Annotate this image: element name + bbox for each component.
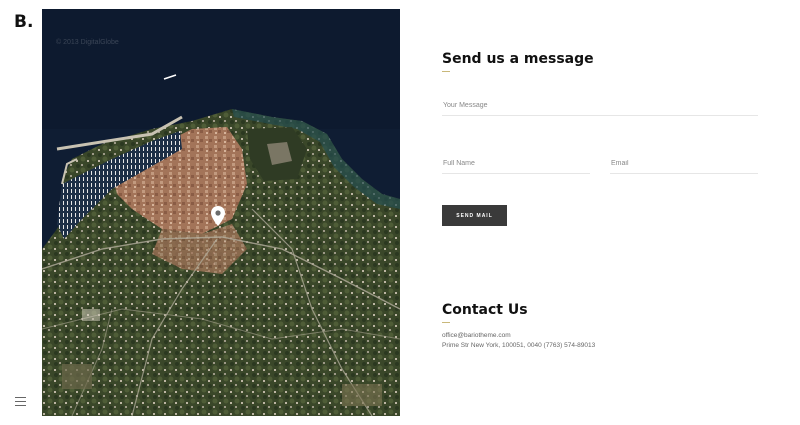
logo[interactable]: B. [14, 12, 33, 32]
title-underline [442, 322, 450, 323]
map-watermark: © 2013 DigitalGlobe [56, 39, 119, 46]
map-pin-icon[interactable] [211, 206, 225, 226]
send-mail-button[interactable]: SEND MAIL [442, 205, 507, 226]
full-name-input[interactable] [442, 160, 590, 174]
title-underline [442, 71, 450, 72]
contact-section-title: Contact Us [442, 302, 528, 318]
email-input[interactable] [610, 160, 758, 174]
message-section-title: Send us a message [442, 51, 594, 67]
contact-email[interactable]: office@bariotheme.com [442, 332, 511, 339]
contact-address: Prime Str New York, 100051, 0040 (7763) … [442, 342, 596, 349]
message-input[interactable] [442, 102, 758, 116]
hamburger-icon[interactable] [15, 397, 26, 406]
satellite-map[interactable]: © 2013 DigitalGlobe [42, 9, 400, 416]
